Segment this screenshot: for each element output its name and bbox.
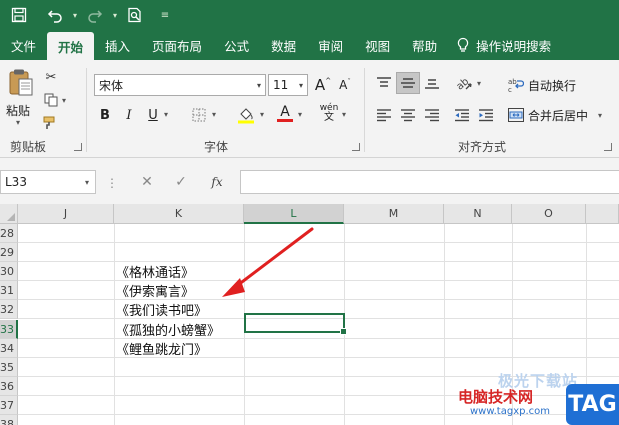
annotation-arrow (222, 227, 314, 297)
watermark-tag-logo: TAG (566, 384, 619, 425)
watermark-site-name: 电脑技术网 (458, 388, 534, 406)
watermark-url: www.tagxp.com (470, 406, 550, 417)
